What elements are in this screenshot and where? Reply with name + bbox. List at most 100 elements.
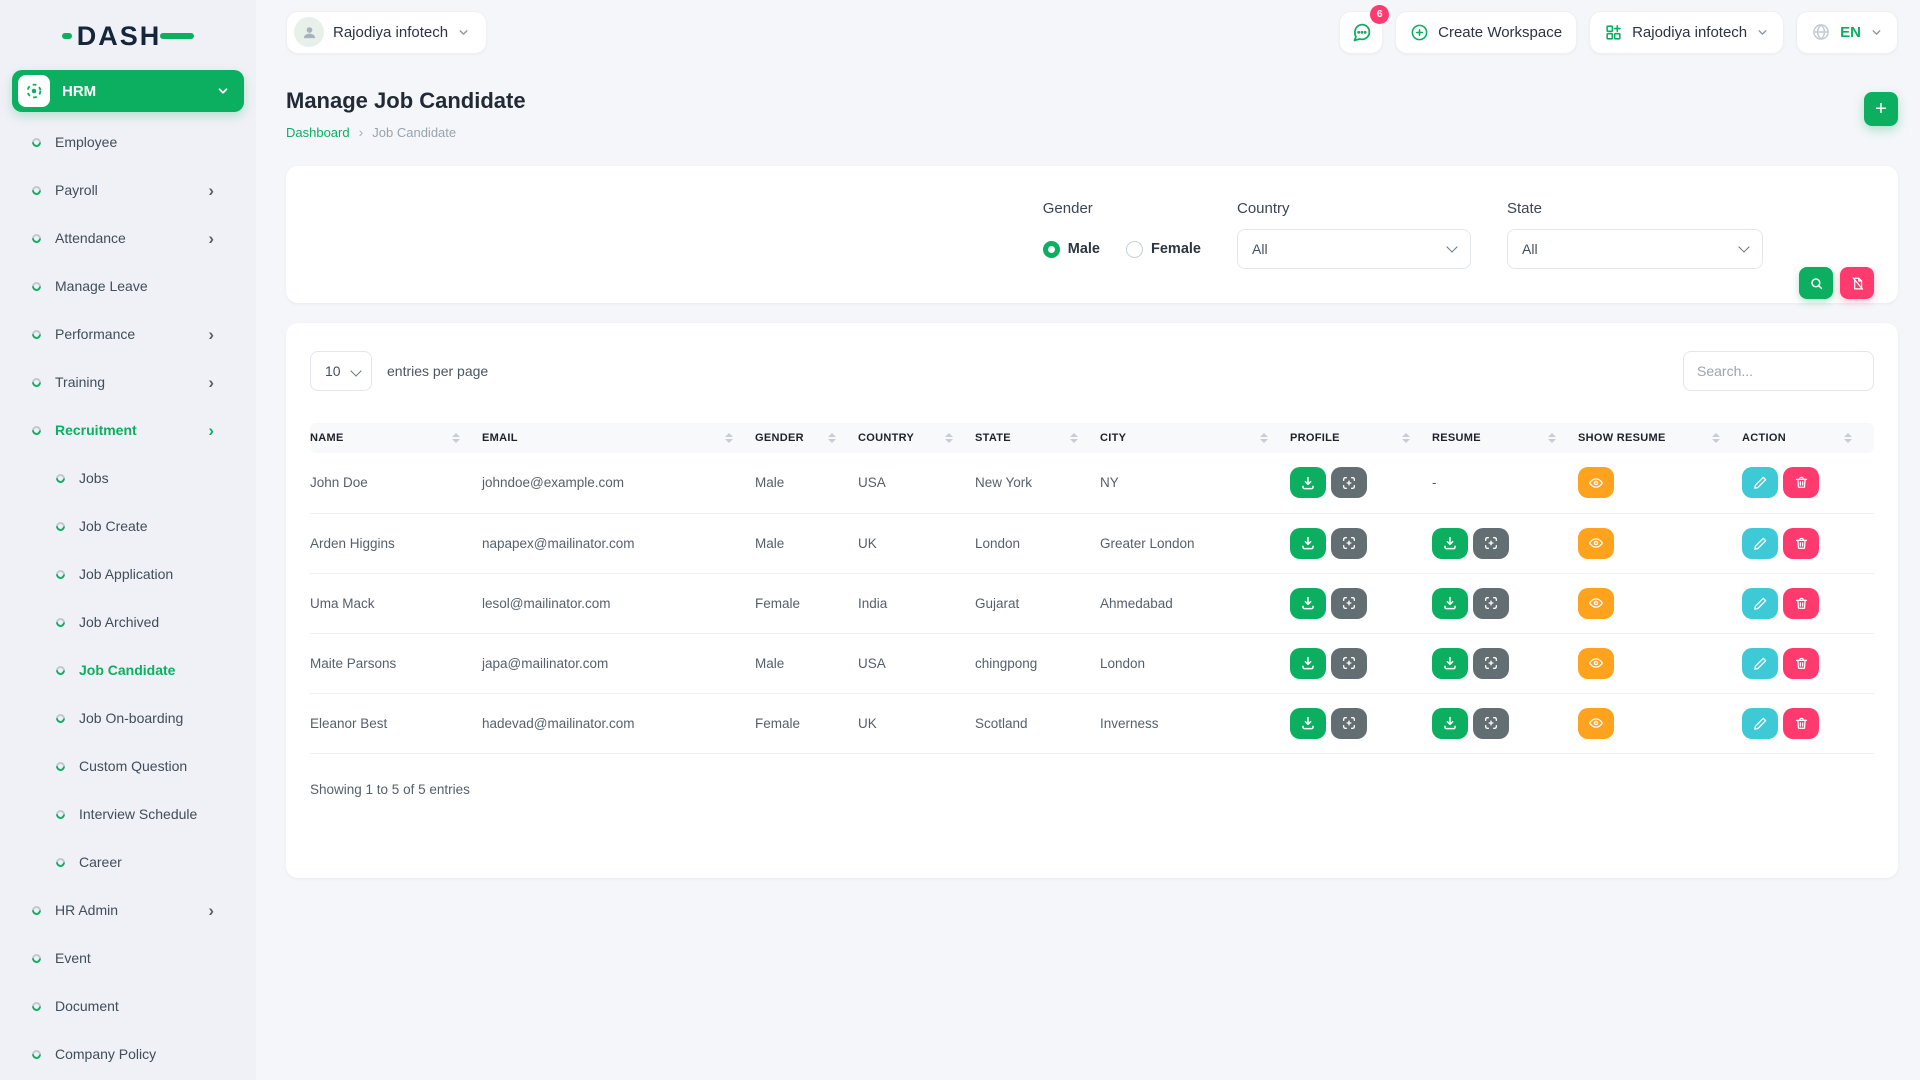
- sidebar-item-payroll[interactable]: Payroll ›: [12, 166, 244, 214]
- scan-icon: [1341, 595, 1357, 611]
- sidebar-item-attendance[interactable]: Attendance ›: [12, 214, 244, 262]
- sort-icon: [1070, 433, 1078, 443]
- sidebar-item-hr-admin[interactable]: HR Admin ›: [12, 886, 244, 934]
- cell-profile: [1290, 633, 1432, 693]
- preview-resume-button[interactable]: [1473, 648, 1509, 679]
- bullet-icon: [30, 328, 43, 341]
- sidebar-item-custom-question[interactable]: Custom Question: [12, 742, 244, 790]
- sidebar-item-document[interactable]: Document: [12, 982, 244, 1030]
- eye-icon: [1588, 595, 1604, 611]
- messages-button[interactable]: 6: [1339, 11, 1383, 54]
- column-header-name[interactable]: NAME: [310, 423, 482, 453]
- download-profile-button[interactable]: [1290, 648, 1326, 679]
- edit-candidate-button[interactable]: [1742, 708, 1778, 739]
- breadcrumb-dashboard-link[interactable]: Dashboard: [286, 125, 350, 140]
- table-toolbar: 10 entries per page: [310, 351, 1874, 391]
- person-icon: [294, 17, 324, 47]
- bullet-icon: [30, 136, 43, 149]
- cell-action: [1742, 453, 1874, 513]
- sidebar-item-manage-leave[interactable]: Manage Leave: [12, 262, 244, 310]
- column-header-state[interactable]: STATE: [975, 423, 1100, 453]
- sidebar-item-performance[interactable]: Performance ›: [12, 310, 244, 358]
- create-workspace-label: Create Workspace: [1438, 24, 1562, 41]
- workspace-selector[interactable]: Rajodiya infotech: [1589, 11, 1784, 54]
- column-header-email[interactable]: EMAIL: [482, 423, 755, 453]
- country-filter-group: Country All: [1237, 200, 1471, 269]
- state-select[interactable]: All: [1507, 229, 1763, 269]
- download-profile-button[interactable]: [1290, 467, 1326, 498]
- edit-candidate-button[interactable]: [1742, 467, 1778, 498]
- bullet-icon: [54, 568, 67, 581]
- topbar-actions: 6 Create Workspace Rajodiya infotech: [1339, 11, 1898, 54]
- language-selector[interactable]: EN: [1796, 11, 1898, 54]
- download-profile-button[interactable]: [1290, 588, 1326, 619]
- show-resume-button[interactable]: [1578, 708, 1614, 739]
- edit-candidate-button[interactable]: [1742, 648, 1778, 679]
- bullet-icon: [54, 808, 67, 821]
- cell-city: Greater London: [1100, 513, 1290, 573]
- show-resume-button[interactable]: [1578, 588, 1614, 619]
- column-header-show-resume[interactable]: SHOW RESUME: [1578, 423, 1742, 453]
- gender-option-male[interactable]: Male: [1043, 241, 1100, 258]
- show-resume-button[interactable]: [1578, 528, 1614, 559]
- edit-candidate-button[interactable]: [1742, 528, 1778, 559]
- company-selector[interactable]: Rajodiya infotech: [286, 11, 487, 54]
- create-workspace-button[interactable]: Create Workspace: [1395, 11, 1577, 54]
- sidebar-item-job-archived[interactable]: Job Archived: [12, 598, 244, 646]
- delete-candidate-button[interactable]: [1783, 648, 1819, 679]
- preview-resume-button[interactable]: [1473, 708, 1509, 739]
- sidebar-item-interview-schedule[interactable]: Interview Schedule: [12, 790, 244, 838]
- sidebar-item-job-application[interactable]: Job Application: [12, 550, 244, 598]
- add-candidate-button[interactable]: +: [1864, 92, 1898, 126]
- column-header-profile[interactable]: PROFILE: [1290, 423, 1432, 453]
- entries-per-page-select[interactable]: 10: [310, 351, 372, 391]
- column-header-city[interactable]: CITY: [1100, 423, 1290, 453]
- bullet-icon: [30, 1000, 43, 1013]
- cell-country: India: [858, 573, 975, 633]
- show-resume-button[interactable]: [1578, 648, 1614, 679]
- download-resume-button[interactable]: [1432, 708, 1468, 739]
- column-header-resume[interactable]: RESUME: [1432, 423, 1578, 453]
- preview-profile-button[interactable]: [1331, 467, 1367, 498]
- preview-profile-button[interactable]: [1331, 708, 1367, 739]
- reset-filter-button[interactable]: [1840, 267, 1874, 299]
- column-header-action[interactable]: ACTION: [1742, 423, 1874, 453]
- preview-resume-button[interactable]: [1473, 588, 1509, 619]
- bullet-icon: [30, 184, 43, 197]
- show-resume-button[interactable]: [1578, 467, 1614, 498]
- download-resume-button[interactable]: [1432, 528, 1468, 559]
- preview-profile-button[interactable]: [1331, 648, 1367, 679]
- preview-resume-button[interactable]: [1473, 528, 1509, 559]
- download-resume-button[interactable]: [1432, 588, 1468, 619]
- sidebar-item-jobs[interactable]: Jobs: [12, 454, 244, 502]
- sidebar-item-job-create[interactable]: Job Create: [12, 502, 244, 550]
- delete-candidate-button[interactable]: [1783, 528, 1819, 559]
- sidebar-item-event[interactable]: Event: [12, 934, 244, 982]
- download-resume-button[interactable]: [1432, 648, 1468, 679]
- preview-profile-button[interactable]: [1331, 528, 1367, 559]
- sidebar-item-job-on-boarding[interactable]: Job On-boarding: [12, 694, 244, 742]
- country-select[interactable]: All: [1237, 229, 1471, 269]
- cell-action: [1742, 573, 1874, 633]
- hrm-module-button[interactable]: HRM: [12, 70, 244, 112]
- delete-candidate-button[interactable]: [1783, 588, 1819, 619]
- sidebar-item-career[interactable]: Career: [12, 838, 244, 886]
- trash-icon: [1794, 475, 1809, 490]
- cell-country: UK: [858, 693, 975, 753]
- preview-profile-button[interactable]: [1331, 588, 1367, 619]
- delete-candidate-button[interactable]: [1783, 708, 1819, 739]
- edit-candidate-button[interactable]: [1742, 588, 1778, 619]
- apply-filter-button[interactable]: [1799, 267, 1833, 299]
- delete-candidate-button[interactable]: [1783, 467, 1819, 498]
- sidebar-item-job-candidate[interactable]: Job Candidate: [12, 646, 244, 694]
- column-header-gender[interactable]: GENDER: [755, 423, 858, 453]
- download-profile-button[interactable]: [1290, 708, 1326, 739]
- sidebar-item-recruitment[interactable]: Recruitment ›: [12, 406, 244, 454]
- sidebar-item-employee[interactable]: Employee: [12, 118, 244, 166]
- sidebar-item-training[interactable]: Training ›: [12, 358, 244, 406]
- table-search-input[interactable]: [1683, 351, 1874, 391]
- sidebar-item-company-policy[interactable]: Company Policy: [12, 1030, 244, 1078]
- download-profile-button[interactable]: [1290, 528, 1326, 559]
- column-header-country[interactable]: COUNTRY: [858, 423, 975, 453]
- gender-option-female[interactable]: Female: [1126, 241, 1201, 258]
